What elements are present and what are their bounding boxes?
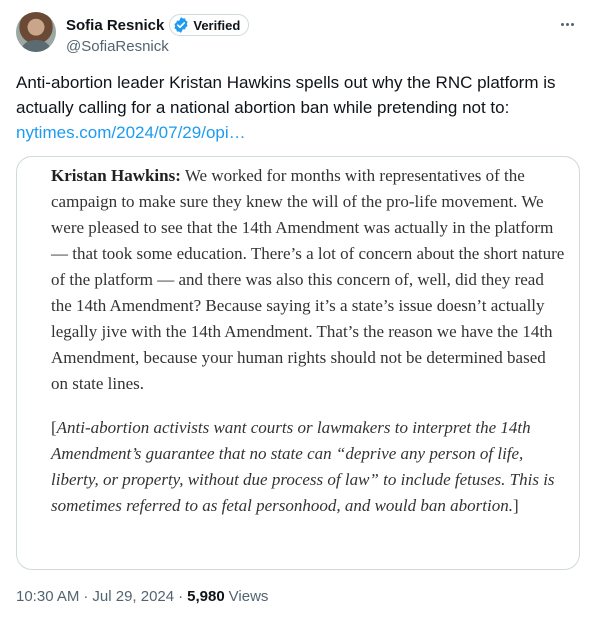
verified-label: Verified [193, 17, 241, 33]
avatar[interactable] [16, 12, 56, 52]
verified-badge[interactable]: Verified [169, 14, 250, 36]
tweet-date[interactable]: Jul 29, 2024 [92, 588, 174, 605]
more-horizontal-icon[interactable] [557, 14, 577, 34]
meta-separator: · [178, 587, 184, 605]
tweet-header: Sofia Resnick Verified @SofiaResnick [16, 12, 579, 58]
quote-speaker: Kristan Hawkins: [51, 166, 181, 185]
quote-paragraph: Kristan Hawkins: We worked for months wi… [51, 163, 566, 397]
more-dot [560, 22, 564, 26]
tweet-time[interactable]: 10:30 AM [16, 588, 79, 605]
avatar-shoulders [22, 40, 50, 52]
verified-badge-icon [174, 17, 188, 33]
meta-separator: · [83, 587, 89, 605]
tweet-body: Anti-abortion leader Kristan Hawkins spe… [16, 73, 556, 117]
editor-note: [Anti-abortion activists want courts or … [51, 415, 566, 519]
bracket-close: ] [512, 496, 519, 515]
more-dot [565, 22, 569, 26]
tweet-meta: 10:30 AM · Jul 29, 2024 · 5,980 Views [16, 586, 268, 606]
quote-paragraph-text: We worked for months with representative… [51, 166, 565, 393]
quote-content: Kristan Hawkins: We worked for months wi… [51, 163, 566, 519]
quote-image[interactable]: Kristan Hawkins: We worked for months wi… [16, 156, 580, 570]
author-name-row: Sofia Resnick Verified [66, 14, 250, 36]
tweet-link[interactable]: nytimes.com/2024/07/29/opi… [16, 120, 576, 145]
more-dot [570, 22, 574, 26]
views-count: 5,980 [187, 587, 225, 605]
views-label: Views [228, 587, 269, 605]
tweet-text: Anti-abortion leader Kristan Hawkins spe… [16, 70, 576, 145]
author-display-name[interactable]: Sofia Resnick [66, 17, 164, 34]
editor-note-text: Anti-abortion activists want courts or l… [51, 418, 555, 515]
author-handle[interactable]: @SofiaResnick [66, 38, 169, 55]
